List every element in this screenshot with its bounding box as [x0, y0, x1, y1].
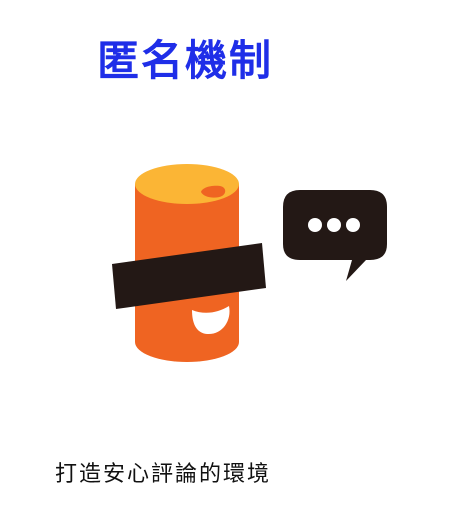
ellipsis-dot-2	[327, 218, 341, 232]
caption-text: 打造安心評論的環境	[55, 462, 272, 487]
speech-bubble-ellipsis-icon	[283, 190, 387, 281]
anonymous-mascot-icon	[112, 164, 266, 362]
ellipsis-dot-3	[346, 218, 360, 232]
anonymous-illustration	[112, 164, 387, 362]
mascot-top	[135, 164, 239, 204]
page-title: 匿名機制	[97, 36, 274, 85]
speech-bubble	[283, 190, 387, 281]
ellipsis-dot-1	[308, 218, 322, 232]
